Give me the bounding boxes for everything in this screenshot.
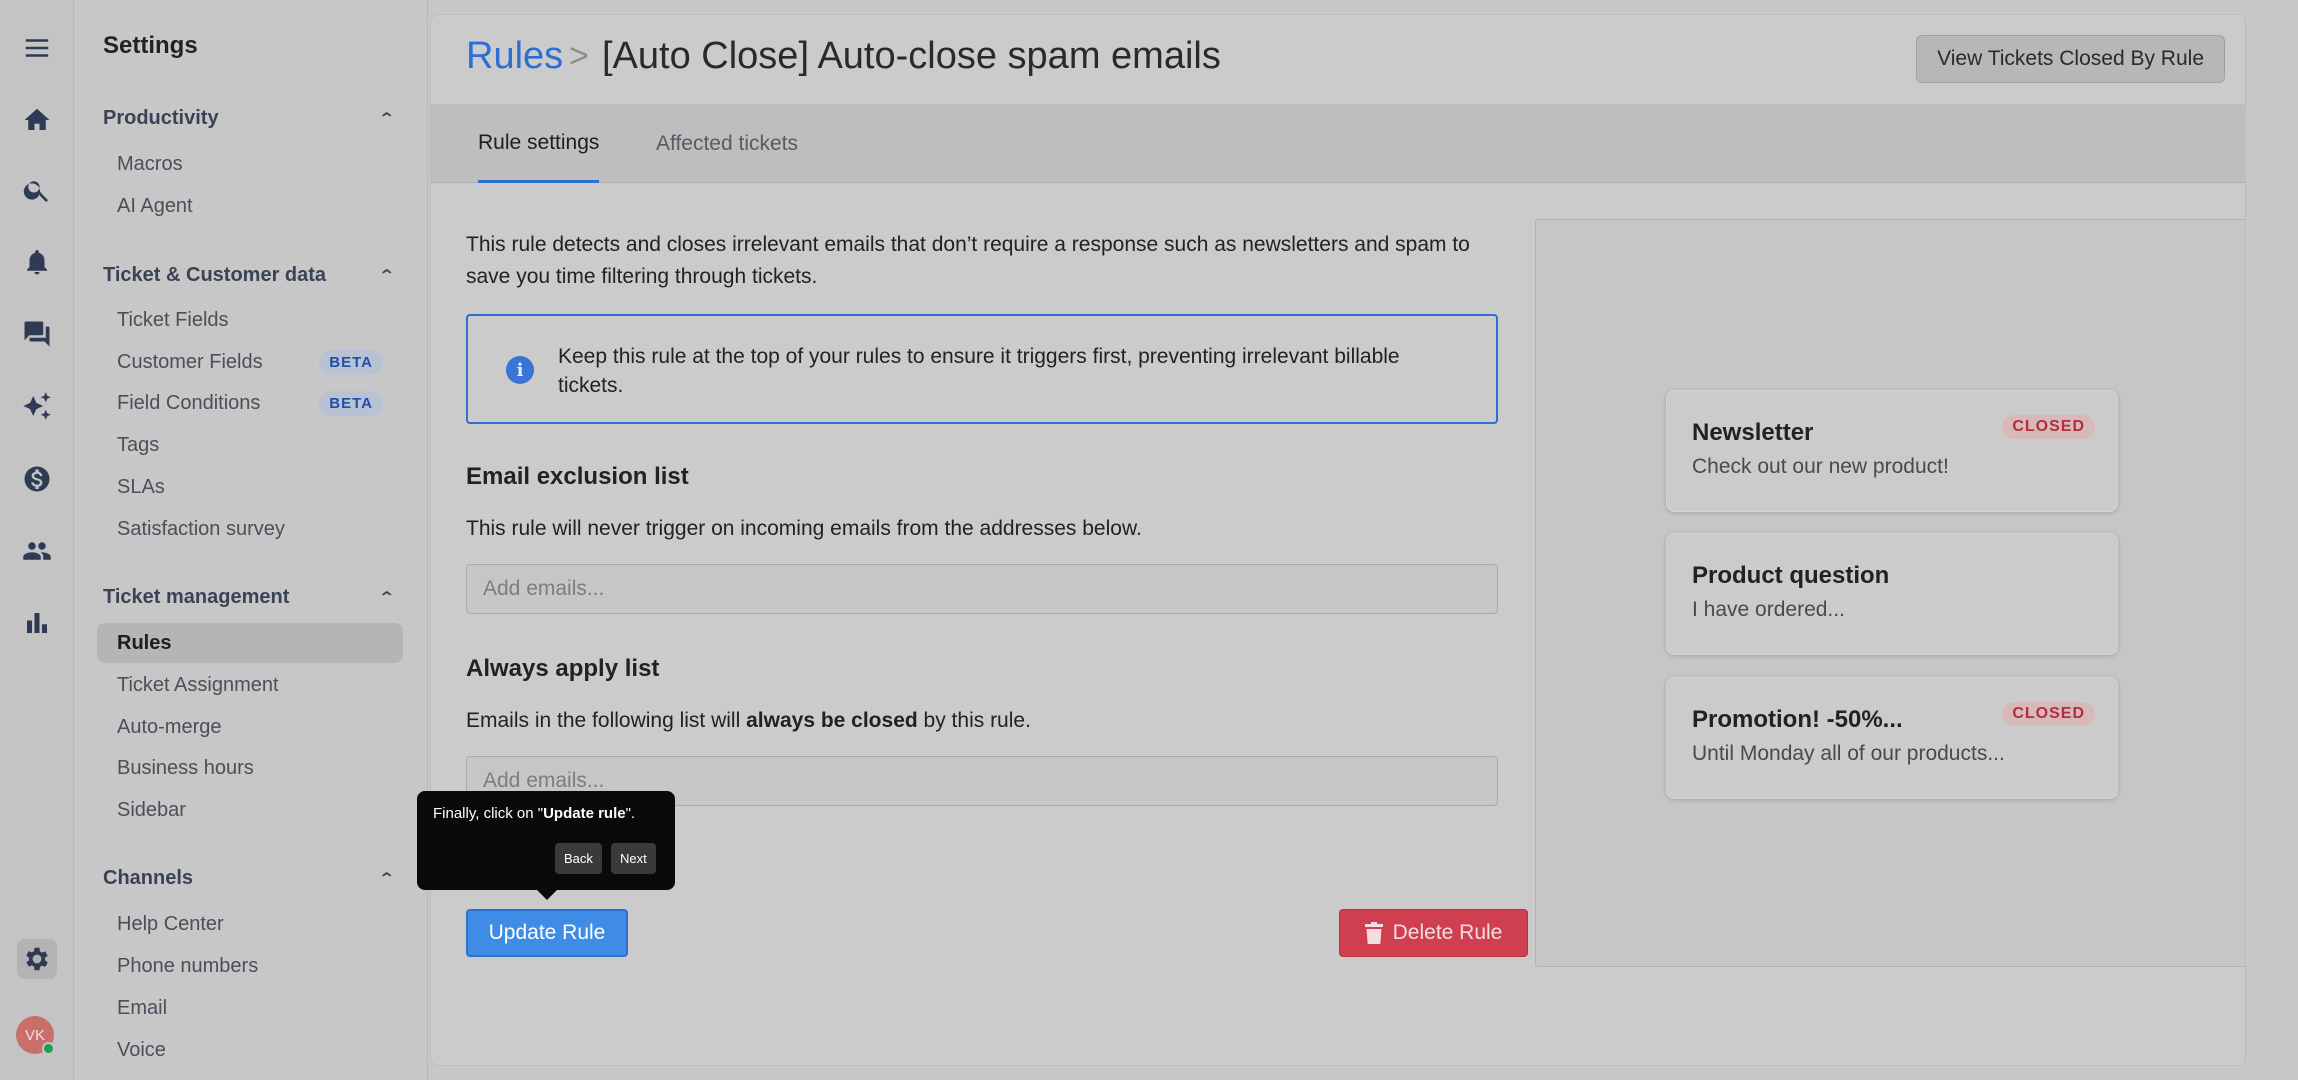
sidebar-item-business-hours[interactable]: Business hours — [97, 748, 403, 788]
chat-icon[interactable] — [17, 314, 57, 354]
preview-panel: Newsletter Check out our new product! CL… — [1535, 219, 2245, 967]
section-ticket-management[interactable]: Ticket management ⌃ — [103, 586, 396, 609]
info-callout: i Keep this rule at the top of your rule… — [466, 314, 1498, 424]
view-tickets-closed-button[interactable]: View Tickets Closed By Rule — [1916, 35, 2225, 83]
always-apply-heading: Always apply list — [466, 655, 660, 682]
menu-icon[interactable] — [17, 28, 57, 68]
sidebar-item-ticket-assignment[interactable]: Ticket Assignment — [97, 665, 403, 705]
tooltip-next-button[interactable]: Next — [611, 843, 656, 874]
sidebar-item-sidebar[interactable]: Sidebar — [97, 790, 403, 830]
info-icon: i — [506, 356, 534, 384]
avatar-initials: VK — [24, 1026, 45, 1044]
tab-rule-settings[interactable]: Rule settings — [478, 105, 600, 183]
sidebar-title: Settings — [103, 32, 198, 59]
gear-icon[interactable] — [17, 939, 57, 979]
email-exclusion-text: This rule will never trigger on incoming… — [466, 517, 1142, 540]
sidebar-item-phone-numbers[interactable]: Phone numbers — [97, 946, 403, 986]
dollar-icon[interactable] — [17, 459, 57, 499]
bar-chart-icon[interactable] — [17, 603, 57, 643]
breadcrumb-separator: > — [569, 37, 589, 75]
closed-badge: CLOSED — [2002, 415, 2095, 439]
settings-sidebar: Settings Productivity ⌃ Macros AI Agent … — [75, 0, 428, 1080]
sidebar-item-satisfaction-survey[interactable]: Satisfaction survey — [97, 509, 403, 549]
sidebar-item-slas[interactable]: SLAs — [97, 467, 403, 507]
sidebar-item-email[interactable]: Email — [97, 988, 403, 1028]
sidebar-item-macros[interactable]: Macros — [97, 144, 403, 184]
sidebar-item-voice[interactable]: Voice — [97, 1030, 403, 1070]
bell-icon[interactable] — [17, 242, 57, 282]
always-apply-text: Emails in the following list will always… — [466, 709, 1031, 732]
avatar[interactable]: VK — [16, 1016, 55, 1055]
sidebar-item-rules[interactable]: Rules — [97, 623, 403, 663]
email-exclusion-heading: Email exclusion list — [466, 463, 689, 490]
chevron-up-icon: ⌃ — [377, 870, 396, 888]
chevron-up-icon: ⌃ — [377, 589, 396, 607]
trash-icon — [1364, 922, 1383, 944]
sidebar-item-ticket-fields[interactable]: Ticket Fields — [97, 300, 403, 340]
tab-bar: Rule settings Affected tickets — [431, 105, 2245, 183]
beta-badge: BETA — [319, 390, 383, 416]
section-channels[interactable]: Channels ⌃ — [103, 867, 396, 890]
info-text: Keep this rule at the top of your rules … — [558, 345, 1400, 397]
beta-badge: BETA — [319, 349, 383, 375]
delete-rule-button[interactable]: Delete Rule — [1339, 909, 1528, 957]
section-ticket-customer-data[interactable]: Ticket & Customer data ⌃ — [103, 264, 396, 287]
sidebar-item-auto-merge[interactable]: Auto-merge — [97, 707, 403, 747]
email-exclusion-input[interactable] — [466, 564, 1498, 614]
preview-ticket-card: Newsletter Check out our new product! CL… — [1666, 390, 2118, 512]
search-icon[interactable] — [17, 170, 57, 210]
tooltip-text: Finally, click on "Update rule". — [433, 805, 636, 822]
closed-badge: CLOSED — [2002, 702, 2095, 726]
sidebar-item-ai-agent[interactable]: AI Agent — [97, 186, 403, 226]
sidebar-item-customer-fields[interactable]: Customer Fields BETA — [97, 342, 403, 382]
sidebar-item-tags[interactable]: Tags — [97, 425, 403, 465]
section-productivity[interactable]: Productivity ⌃ — [103, 107, 396, 130]
preview-ticket-card: Product question I have ordered... — [1666, 533, 2118, 655]
chevron-up-icon: ⌃ — [377, 267, 396, 285]
chevron-up-icon: ⌃ — [377, 110, 396, 128]
tooltip-back-button[interactable]: Back — [555, 843, 602, 874]
page-header: Rules > [Auto Close] Auto-close spam ema… — [431, 15, 2245, 105]
home-icon[interactable] — [17, 100, 57, 140]
sidebar-item-field-conditions[interactable]: Field Conditions BETA — [97, 383, 403, 423]
main-panel: Rules > [Auto Close] Auto-close spam ema… — [430, 14, 2246, 1066]
rule-description: This rule detects and closes irrelevant … — [466, 233, 1470, 288]
sidebar-item-help-center[interactable]: Help Center — [97, 904, 403, 944]
sparkles-icon[interactable] — [17, 386, 57, 426]
breadcrumb-rules-link[interactable]: Rules — [466, 35, 563, 78]
online-status-dot — [42, 1042, 55, 1055]
tab-affected-tickets[interactable]: Affected tickets — [656, 105, 798, 183]
page-title: [Auto Close] Auto-close spam emails — [602, 35, 1221, 77]
preview-ticket-card: Promotion! -50%... Until Monday all of o… — [1666, 677, 2118, 799]
icon-rail: VK — [0, 0, 74, 1080]
users-icon[interactable] — [17, 531, 57, 571]
tooltip-arrow — [537, 890, 557, 900]
update-rule-button[interactable]: Update Rule — [466, 909, 628, 957]
onboarding-tooltip: Finally, click on "Update rule". Back Ne… — [417, 791, 675, 900]
